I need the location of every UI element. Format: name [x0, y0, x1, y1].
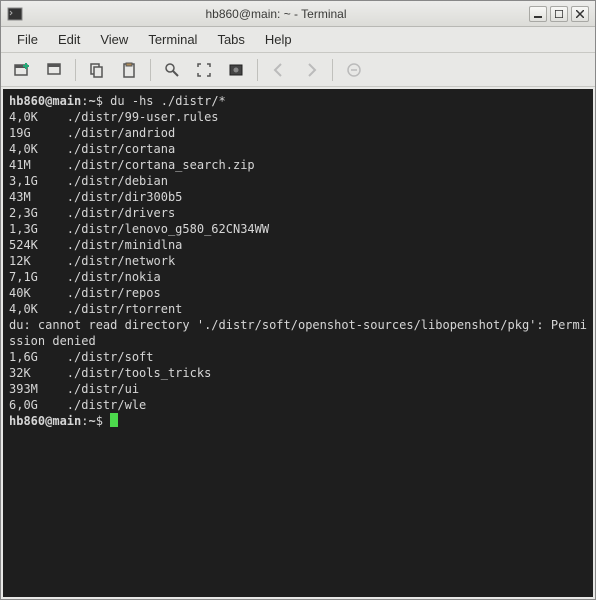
paste-button[interactable] [114, 57, 144, 83]
preferences-button[interactable] [221, 57, 251, 83]
app-icon [7, 6, 23, 22]
prev-tab-button[interactable] [264, 57, 294, 83]
toolbar-separator [150, 59, 151, 81]
menubar: File Edit View Terminal Tabs Help [1, 27, 595, 53]
menu-edit[interactable]: Edit [48, 29, 90, 50]
terminal-output[interactable]: hb860@main:~$ du -hs ./distr/* 4,0K ./di… [3, 89, 593, 597]
new-tab-button[interactable] [7, 57, 37, 83]
toolbar-separator [332, 59, 333, 81]
window-title: hb860@main: ~ - Terminal [29, 7, 523, 21]
toolbar [1, 53, 595, 87]
menu-view[interactable]: View [90, 29, 138, 50]
fullscreen-button[interactable] [189, 57, 219, 83]
window-controls [529, 6, 589, 22]
new-window-button[interactable] [39, 57, 69, 83]
copy-button[interactable] [82, 57, 112, 83]
close-button[interactable] [571, 6, 589, 22]
maximize-button[interactable] [550, 6, 568, 22]
menu-terminal[interactable]: Terminal [138, 29, 207, 50]
menu-tabs[interactable]: Tabs [207, 29, 254, 50]
terminal-window: hb860@main: ~ - Terminal File Edit View … [0, 0, 596, 600]
terminal-container: hb860@main:~$ du -hs ./distr/* 4,0K ./di… [1, 87, 595, 599]
titlebar: hb860@main: ~ - Terminal [1, 1, 595, 27]
menu-file[interactable]: File [7, 29, 48, 50]
close-tab-button[interactable] [339, 57, 369, 83]
menu-help[interactable]: Help [255, 29, 302, 50]
toolbar-separator [257, 59, 258, 81]
toolbar-separator [75, 59, 76, 81]
next-tab-button[interactable] [296, 57, 326, 83]
minimize-button[interactable] [529, 6, 547, 22]
search-button[interactable] [157, 57, 187, 83]
